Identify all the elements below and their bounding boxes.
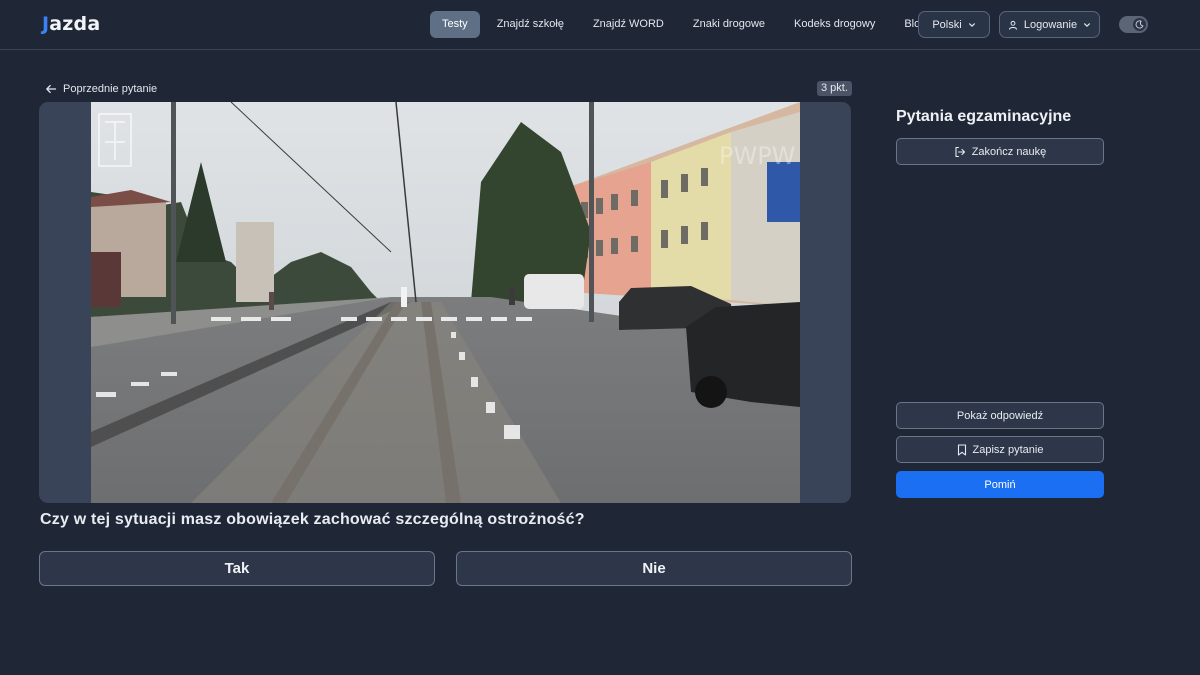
main-nav: Testy Znajdź szkołę Znajdź WORD Znaki dr… [430, 11, 938, 38]
site-logo[interactable]: Jazda [42, 12, 100, 36]
question-media: PWPW [39, 102, 851, 503]
end-study-button[interactable]: Zakończ naukę [896, 138, 1104, 165]
previous-question-link[interactable]: Poprzednie pytanie [45, 81, 157, 96]
save-question-button[interactable]: Zapisz pytanie [896, 436, 1104, 463]
end-study-label: Zakończ naukę [971, 145, 1047, 158]
show-answer-label: Pokaż odpowiedź [956, 409, 1044, 422]
sidebar-title: Pytania egzaminacyjne [896, 108, 1072, 125]
save-question-label: Zapisz pytanie [972, 443, 1044, 456]
skip-button[interactable]: Pomiń [896, 471, 1104, 498]
chevron-down-icon [968, 22, 975, 27]
login-button[interactable]: Logowanie [999, 11, 1100, 38]
chevron-down-icon [1084, 22, 1091, 27]
moon-icon [1135, 20, 1144, 29]
answer-no-button[interactable]: Nie [456, 551, 852, 586]
points-badge: 3 pkt. [817, 81, 852, 96]
arrow-left-icon [46, 84, 57, 93]
logo-text: azda [49, 13, 101, 35]
language-select[interactable]: Polski [918, 11, 990, 38]
nav-item-road-signs[interactable]: Znaki drogowe [681, 11, 777, 38]
road-scene-image: PWPW [91, 102, 800, 503]
logo-mark: J [42, 13, 50, 35]
media-watermark-text: PWPW [719, 142, 795, 170]
nav-item-find-school[interactable]: Znajdź szkołę [485, 11, 576, 38]
nav-item-testy[interactable]: Testy [430, 11, 480, 38]
login-label: Logowanie [1023, 18, 1078, 31]
nav-item-find-word[interactable]: Znajdź WORD [581, 11, 676, 38]
language-label: Polski [932, 18, 962, 31]
user-icon [1008, 20, 1017, 30]
log-out-icon [955, 146, 965, 157]
question-text: Czy w tej sytuacji masz obowiązek zachow… [40, 511, 585, 528]
show-answer-button[interactable]: Pokaż odpowiedź [896, 402, 1104, 429]
theme-toggle[interactable] [1119, 16, 1148, 33]
nav-item-road-code[interactable]: Kodeks drogowy [782, 11, 887, 38]
answer-yes-button[interactable]: Tak [39, 551, 435, 586]
toggle-knob [1133, 18, 1146, 31]
skip-label: Pomiń [984, 478, 1016, 491]
bookmark-icon [957, 443, 966, 456]
top-navbar: Jazda Testy Znajdź szkołę Znajdź WORD Zn… [0, 0, 1200, 50]
previous-question-label: Poprzednie pytanie [63, 82, 158, 95]
